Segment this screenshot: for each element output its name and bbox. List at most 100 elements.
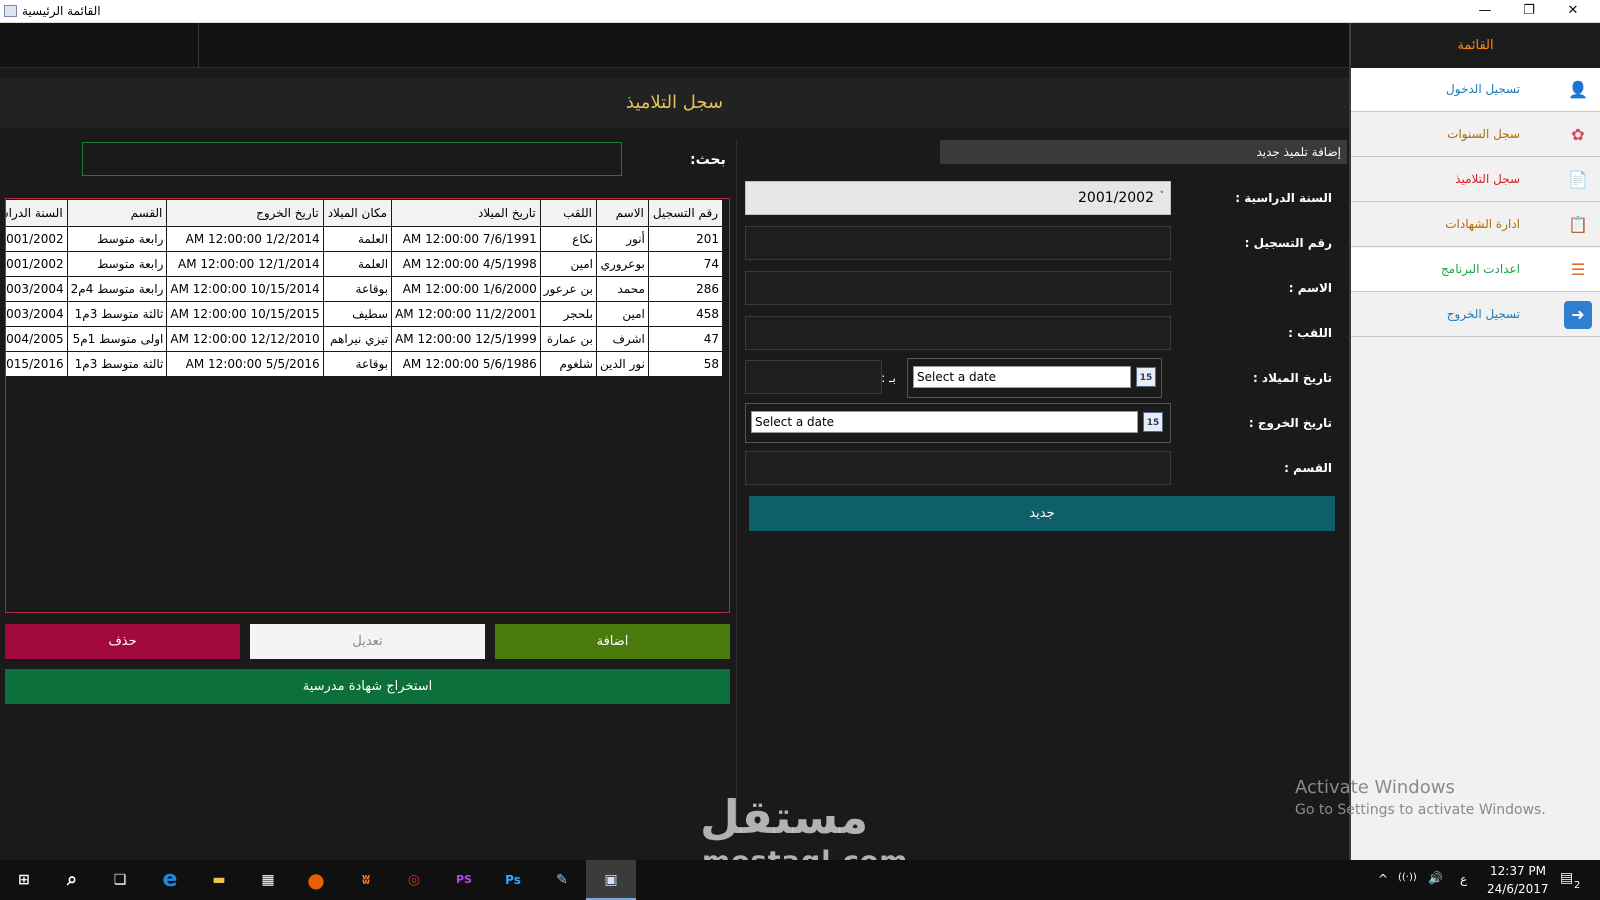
- cell-class: رابعة متوسط: [66, 226, 168, 252]
- birth-place-input[interactable]: [745, 360, 882, 394]
- clipboard-icon: 📋: [1568, 215, 1588, 234]
- calendar-icon[interactable]: 15: [1136, 367, 1156, 387]
- language-indicator[interactable]: ع: [1460, 872, 1467, 886]
- firefox-icon[interactable]: ●: [302, 866, 330, 894]
- edge-icon[interactable]: e: [156, 866, 184, 894]
- xampp-icon[interactable]: ʬ: [352, 866, 380, 894]
- watermark-arabic: مستقل: [700, 790, 869, 844]
- search-input[interactable]: [82, 142, 622, 176]
- col-birth-place[interactable]: مكان الميلاد: [322, 199, 393, 227]
- clock-date[interactable]: 24/6/2017: [1487, 882, 1549, 896]
- windows-start-icon[interactable]: ⊞: [10, 866, 38, 894]
- sidebar-item-years[interactable]: سجل السنوات ✿: [1351, 113, 1600, 157]
- task-view-icon[interactable]: ❏: [106, 866, 134, 894]
- class-input[interactable]: [745, 451, 1171, 485]
- exit-date-picker[interactable]: Select a date 15: [745, 403, 1171, 443]
- col-surname[interactable]: اللقب: [539, 199, 597, 227]
- col-reg-number[interactable]: رقم التسجيل: [647, 199, 724, 227]
- table-row[interactable]: 286 محمد بن عرعور 1/6/2000 12:00:00 AM ب…: [6, 276, 724, 302]
- cell-reg-number: 458: [647, 301, 724, 327]
- search-icon[interactable]: ⌕: [58, 866, 86, 894]
- speaker-icon[interactable]: 🔊: [1428, 871, 1443, 885]
- sidebar-item-label: سجل التلاميذ: [1455, 172, 1520, 186]
- col-exit-date[interactable]: تاريخ الخروج: [166, 199, 324, 227]
- close-button[interactable]: ✕: [1550, 0, 1596, 22]
- sidebar-item-label: اعدادت البرنامج: [1441, 262, 1520, 276]
- add-student-panel: إضافة تلميذ جديد السنة الدراسية : ˅ 2001…: [736, 140, 1347, 830]
- col-name[interactable]: الاسم: [595, 199, 649, 227]
- col-birth-date[interactable]: تاريخ الميلاد: [391, 199, 541, 227]
- activate-windows-title: Activate Windows: [1295, 777, 1455, 798]
- phpstorm-icon[interactable]: PS: [450, 866, 478, 894]
- cell-birth-date: 11/2/2001 12:00:00 AM: [391, 301, 541, 327]
- cell-class: اولى متوسط 1م5: [66, 326, 168, 352]
- cell-birth-date: 7/6/1991 12:00:00 AM: [391, 226, 541, 252]
- cell-name: محمد: [595, 276, 649, 302]
- store-icon[interactable]: ▦: [254, 866, 282, 894]
- activate-windows-subtitle: Go to Settings to activate Windows.: [1295, 802, 1546, 818]
- cell-birth-place: بوقاعة: [322, 351, 393, 377]
- calendar-icon[interactable]: 15: [1143, 412, 1163, 432]
- cell-class: رابعة متوسط 4م2: [66, 276, 168, 302]
- cell-reg-number: 74: [647, 251, 724, 277]
- year-select[interactable]: ˅ 2001/2002: [745, 181, 1171, 215]
- reg-number-input[interactable]: [745, 226, 1171, 260]
- students-table: رقم التسجيل الاسم اللقب تاريخ الميلاد مك…: [6, 199, 724, 377]
- action-center-icon[interactable]: ▤: [1560, 870, 1573, 886]
- cell-surname: امين: [539, 251, 597, 277]
- birth-date-picker[interactable]: Select a date 15: [907, 358, 1162, 398]
- certificate-button[interactable]: استخراج شهادة مدرسية: [5, 669, 730, 704]
- current-app-icon[interactable]: ▣: [586, 860, 636, 900]
- table-row[interactable]: 58 نور الدين شلغوم 5/6/1986 12:00:00 AM …: [6, 351, 724, 377]
- col-school-year[interactable]: السنة الدراسية: [6, 199, 68, 227]
- edit-button[interactable]: تعديل: [250, 624, 485, 659]
- logout-arrow-icon: ➜: [1564, 301, 1592, 329]
- cell-surname: بن عرعور: [539, 276, 597, 302]
- paint-icon[interactable]: ✎: [548, 866, 576, 894]
- table-row[interactable]: 458 امين بلحجر 11/2/2001 12:00:00 AM سطي…: [6, 301, 724, 327]
- birth-date-input[interactable]: Select a date: [913, 366, 1131, 388]
- file-explorer-icon[interactable]: ▬: [205, 866, 233, 894]
- sidebar-item-settings[interactable]: اعدادت البرنامج ☰: [1351, 248, 1600, 292]
- wifi-icon[interactable]: ((·)): [1398, 872, 1417, 883]
- flower-icon: ✿: [1571, 125, 1585, 144]
- table-row[interactable]: 201 أنور نكاع 7/6/1991 12:00:00 AM العلم…: [6, 226, 724, 252]
- sidebar-item-label: تسجيل الخروج: [1446, 307, 1520, 321]
- table-row[interactable]: 47 اشرف بن عمارة 12/5/1999 12:00:00 AM ت…: [6, 326, 724, 352]
- cell-birth-place: تيزي نيراهم: [322, 326, 393, 352]
- cell-surname: بلحجر: [539, 301, 597, 327]
- surname-input[interactable]: [745, 316, 1171, 350]
- cell-name: نور الدين: [595, 351, 649, 377]
- cell-reg-number: 58: [647, 351, 724, 377]
- app-red-icon[interactable]: ◎: [400, 866, 428, 894]
- cell-exit-date: 12/12/2010 12:00:00 AM: [166, 326, 324, 352]
- exit-date-input[interactable]: Select a date: [751, 411, 1138, 433]
- photoshop-icon[interactable]: Ps: [499, 866, 527, 894]
- sidebar-item-label: تسجيل الدخول: [1446, 82, 1520, 96]
- add-button[interactable]: اضافة: [495, 624, 730, 659]
- col-class[interactable]: القسم: [66, 199, 168, 227]
- restore-button[interactable]: ❐: [1506, 0, 1552, 22]
- cell-surname: نكاع: [539, 226, 597, 252]
- minimize-button[interactable]: —: [1462, 0, 1508, 22]
- cell-birth-place: العلمة: [322, 251, 393, 277]
- new-button[interactable]: جديد: [749, 496, 1335, 531]
- sidebar: القائمة تسجيل الدخول 👤 سجل السنوات ✿ سجل…: [1349, 23, 1600, 860]
- surname-label: اللقب :: [1288, 326, 1332, 340]
- cell-exit-date: 12/1/2014 12:00:00 AM: [166, 251, 324, 277]
- sidebar-item-certificates[interactable]: ادارة الشهادات 📋: [1351, 203, 1600, 247]
- sidebar-item-logout[interactable]: تسجيل الخروج ➜: [1351, 293, 1600, 337]
- delete-button[interactable]: حذف: [5, 624, 240, 659]
- exit-date-label: تاريخ الخروج :: [1248, 416, 1332, 430]
- name-input[interactable]: [745, 271, 1171, 305]
- cell-school-year: 2015/2016: [6, 351, 68, 377]
- cell-exit-date: 10/15/2014 12:00:00 AM: [166, 276, 324, 302]
- chevron-down-icon: ˅: [1159, 191, 1165, 201]
- sidebar-item-label: ادارة الشهادات: [1445, 217, 1520, 231]
- tray-chevron-icon[interactable]: ^: [1378, 872, 1388, 886]
- clock-time[interactable]: 12:37 PM: [1490, 864, 1546, 878]
- table-row[interactable]: 74 بوعروري امين 4/5/1998 12:00:00 AM الع…: [6, 251, 724, 277]
- birth-place-prefix: بـ :: [881, 371, 896, 385]
- sidebar-item-students[interactable]: سجل التلاميذ 📄: [1351, 158, 1600, 202]
- sidebar-item-login[interactable]: تسجيل الدخول 👤: [1351, 68, 1600, 112]
